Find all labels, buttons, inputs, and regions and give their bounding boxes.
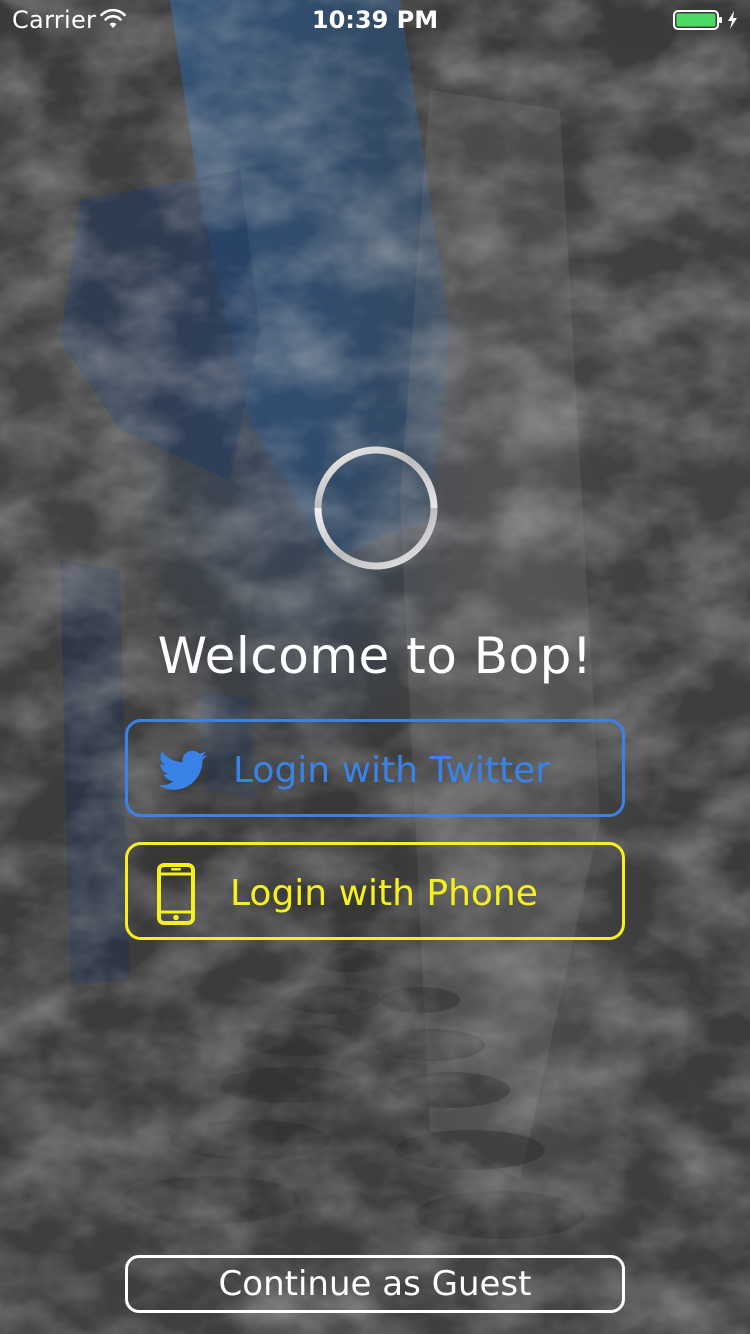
login-twitter-button[interactable]: Login with Twitter <box>125 719 625 817</box>
bop-logo <box>314 396 438 588</box>
welcome-title: Welcome to Bop! <box>157 627 593 685</box>
login-phone-button[interactable]: Login with Phone <box>125 842 625 940</box>
twitter-bird-icon <box>158 722 208 820</box>
status-bar: Carrier 10:39 PM <box>0 0 750 40</box>
login-screen: Carrier 10:39 PM Welcome to Bop! Login w… <box>0 0 750 1334</box>
status-time: 10:39 PM <box>311 6 439 34</box>
battery-icon <box>673 10 737 30</box>
phone-icon <box>156 845 196 943</box>
login-twitter-label: Login with Twitter <box>233 750 551 791</box>
continue-as-guest-button[interactable]: Continue as Guest <box>125 1255 625 1313</box>
login-phone-label: Login with Phone <box>230 873 538 914</box>
